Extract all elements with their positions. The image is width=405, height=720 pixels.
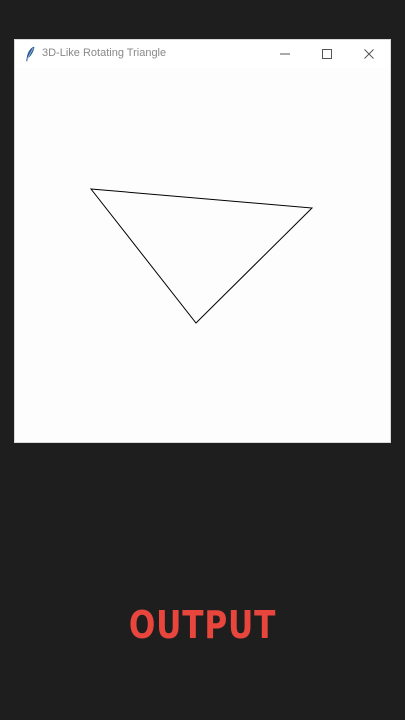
rotating-triangle xyxy=(89,188,314,324)
drawing-canvas xyxy=(15,68,390,442)
close-icon xyxy=(364,49,374,59)
page: 3D-Like Rotating Triangle OUTPUT xyxy=(0,0,405,720)
minimize-icon xyxy=(280,53,290,55)
output-caption: OUTPUT xyxy=(128,603,277,647)
window-title: 3D-Like Rotating Triangle xyxy=(42,47,167,59)
feather-icon xyxy=(26,46,35,62)
close-button[interactable] xyxy=(348,40,390,68)
app-window: 3D-Like Rotating Triangle xyxy=(15,40,390,442)
maximize-icon xyxy=(322,49,332,59)
canvas-svg xyxy=(89,188,314,324)
maximize-button[interactable] xyxy=(306,40,348,68)
title-bar[interactable]: 3D-Like Rotating Triangle xyxy=(15,40,390,68)
minimize-button[interactable] xyxy=(264,40,306,68)
